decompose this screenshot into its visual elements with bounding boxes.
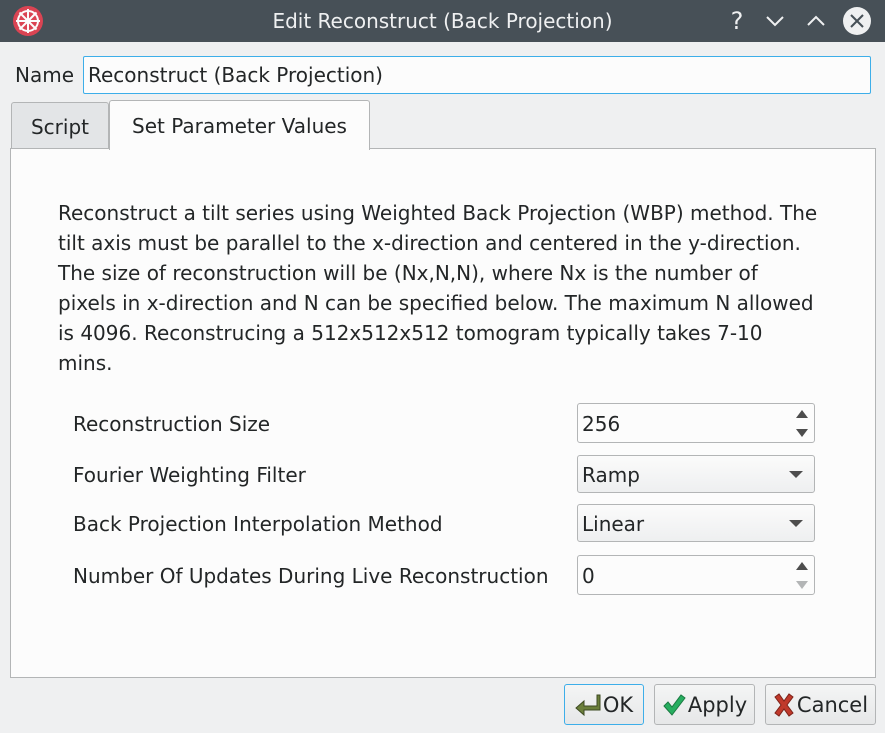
close-icon [843, 7, 871, 35]
live-updates-value: 0 [582, 564, 595, 588]
fourier-weighting-filter-value: Ramp [582, 463, 640, 487]
triangle-up-icon [796, 561, 808, 570]
title-bar: Edit Reconstruct (Back Projection) ? [0, 0, 885, 42]
interpolation-method-label: Back Projection Interpolation Method [73, 512, 443, 536]
chevron-up-icon [807, 15, 825, 26]
parameter-panel: Reconstruct a tilt series using Weighted… [10, 148, 876, 678]
reconstruction-size-spinbox[interactable]: 256 [577, 403, 815, 443]
description-text: Reconstruct a tilt series using Weighted… [58, 201, 818, 375]
triangle-down-icon [796, 428, 808, 437]
spin-arrows [790, 404, 814, 442]
help-icon: ? [730, 7, 744, 35]
triangle-up-icon [796, 409, 808, 418]
cancel-button[interactable]: Cancel [765, 684, 876, 725]
reconstruction-size-value: 256 [582, 412, 621, 436]
spin-up-button[interactable] [790, 556, 814, 575]
live-updates-spinbox[interactable]: 0 [577, 555, 815, 595]
reconstruction-size-label: Reconstruction Size [73, 412, 271, 436]
tab-set-parameter-values[interactable]: Set Parameter Values [109, 100, 370, 150]
fourier-weighting-filter-dropdown[interactable]: Ramp [577, 455, 815, 493]
tab-script[interactable]: Script [11, 102, 109, 148]
spin-down-button[interactable] [790, 575, 814, 594]
close-window-button[interactable] [841, 5, 873, 37]
spin-up-button[interactable] [790, 404, 814, 423]
cross-icon [774, 692, 794, 717]
maximize-button[interactable] [800, 5, 832, 37]
spin-down-button[interactable] [790, 423, 814, 442]
cancel-label: Cancel [796, 692, 869, 717]
ok-label: OK [602, 692, 634, 717]
dropdown-arrow-icon [789, 471, 803, 478]
apply-label: Apply [687, 692, 748, 717]
minimize-button[interactable] [759, 5, 791, 37]
fourier-weighting-filter-label: Fourier Weighting Filter [73, 463, 306, 487]
live-updates-label: Number Of Updates During Live Reconstruc… [73, 564, 549, 588]
apply-button[interactable]: Apply [654, 684, 755, 725]
interpolation-method-value: Linear [582, 512, 645, 536]
return-arrow-icon [575, 694, 601, 716]
triangle-down-icon [796, 580, 808, 589]
ok-button[interactable]: OK [564, 684, 644, 725]
interpolation-method-dropdown[interactable]: Linear [577, 504, 815, 542]
name-label: Name [15, 63, 75, 87]
spin-arrows [790, 556, 814, 594]
dropdown-arrow-icon [789, 520, 803, 527]
name-input[interactable] [83, 56, 871, 94]
chevron-down-icon [766, 16, 784, 27]
checkmark-icon [663, 693, 686, 716]
help-button[interactable]: ? [721, 5, 753, 37]
